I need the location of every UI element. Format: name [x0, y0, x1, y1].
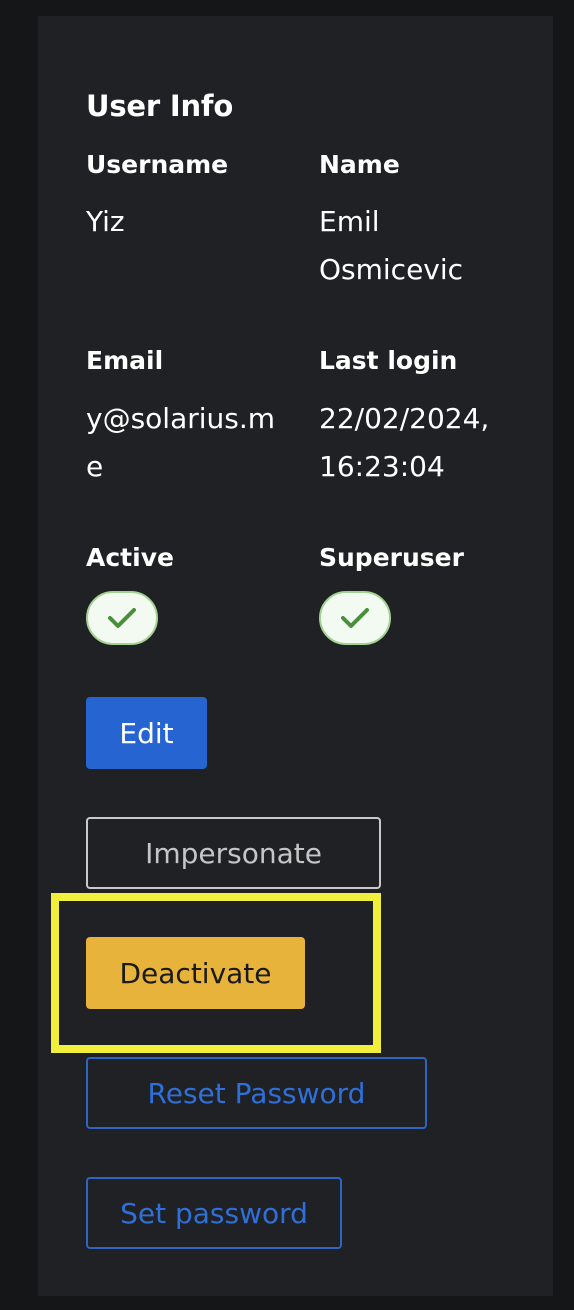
superuser-label: Superuser	[319, 543, 464, 572]
name-label: Name	[319, 150, 400, 179]
name-value: Emil Osmicevic	[319, 205, 464, 286]
check-icon	[341, 608, 369, 628]
edit-button[interactable]: Edit	[86, 697, 207, 769]
username-label: Username	[86, 150, 229, 179]
reset-password-button[interactable]: Reset Password	[86, 1057, 427, 1129]
email-value: y@solarius.m e	[86, 395, 275, 491]
last-login-value: 22/02/2024, 16:23:04	[319, 395, 489, 491]
active-status-badge	[86, 591, 158, 645]
last-login-date: 22/02/2024,	[319, 402, 490, 435]
card-title: User Info	[86, 89, 234, 123]
impersonate-button[interactable]: Impersonate	[86, 817, 381, 889]
email-value-line-1: y@solarius.m	[86, 402, 276, 435]
check-icon	[108, 608, 136, 628]
superuser-status-badge	[319, 591, 391, 645]
email-label: Email	[86, 346, 164, 375]
last-login-time: 16:23:04	[319, 450, 445, 483]
deactivate-button[interactable]: Deactivate	[86, 937, 305, 1009]
email-value-line-2: e	[86, 450, 104, 483]
active-label: Active	[86, 543, 174, 572]
set-password-button[interactable]: Set password	[86, 1177, 342, 1249]
user-info-card: User Info Username Yiz Name Emil Osmicev…	[38, 16, 553, 1296]
last-login-label: Last login	[319, 346, 458, 375]
username-value: Yiz	[86, 205, 125, 238]
